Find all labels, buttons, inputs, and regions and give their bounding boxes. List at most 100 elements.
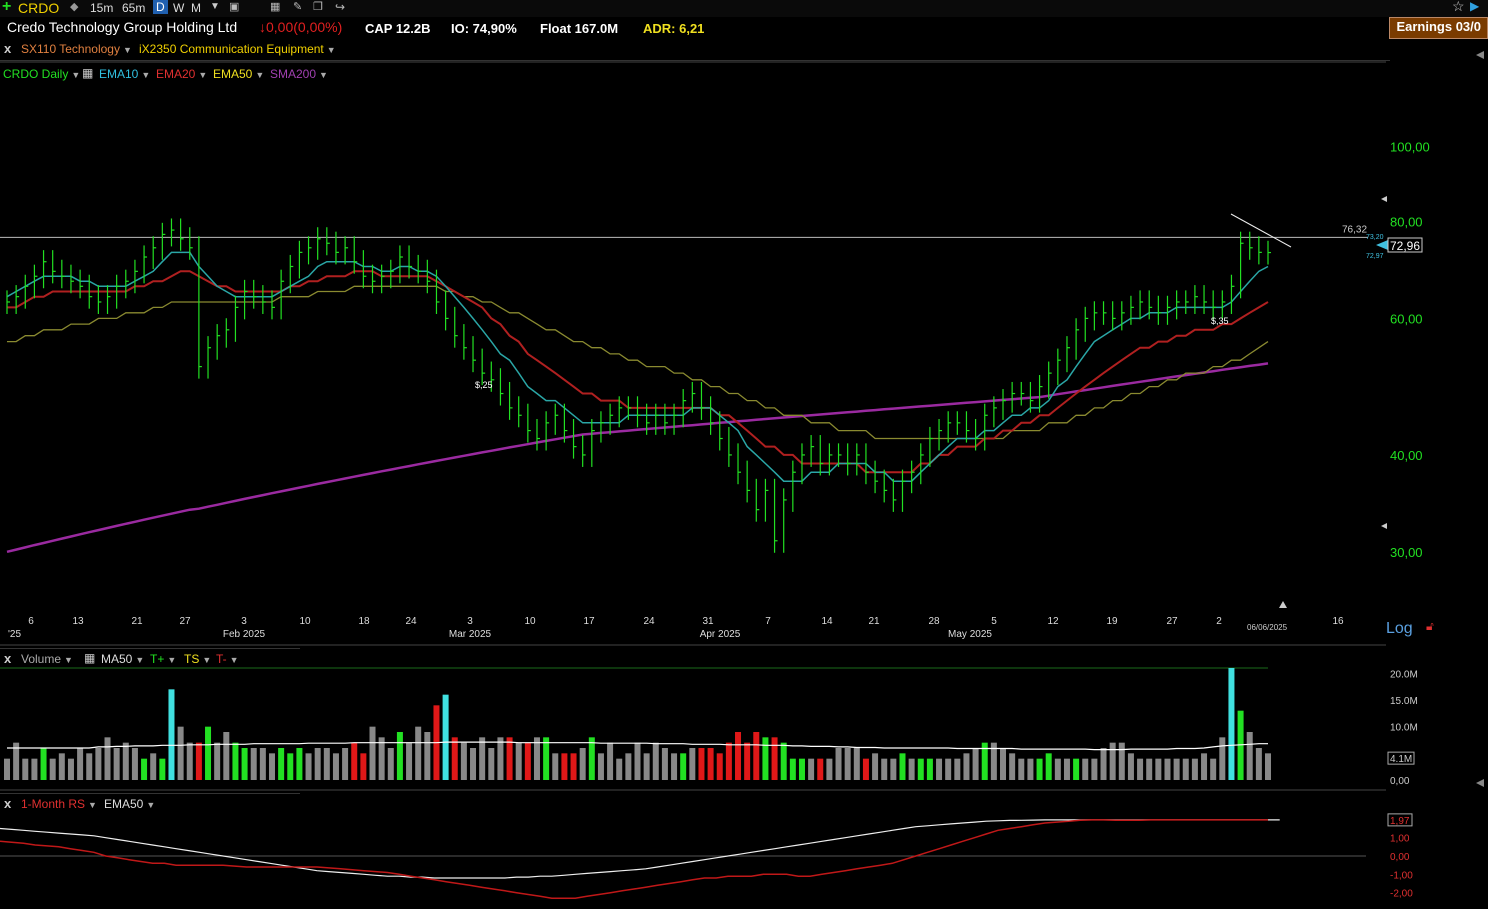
volume-bar [597,753,604,780]
y-tick-label: 100,00 [1390,139,1430,154]
x-tick-label: 24 [643,616,655,627]
annotation-label: $,35 [1211,316,1229,326]
volume-bar [1127,753,1134,780]
rs-ema-line [0,819,1280,879]
rs-ema-label[interactable]: EMA50 ▼ [104,797,155,811]
volume-bar [1018,758,1025,780]
volume-bar [177,726,184,780]
volume-bar [1265,753,1271,780]
volume-bar [735,732,742,780]
volume-bar [890,758,897,780]
volume-bar [1073,758,1080,780]
volume-bar [1009,753,1016,780]
x-tick-label: 12 [1047,616,1059,627]
x-tick-label: 16 [1332,616,1344,627]
volume-bar [515,742,522,780]
volume-tick-label: 4.1M [1390,754,1412,765]
volume-bar [707,748,714,780]
x-tick-label: 3 [467,616,473,627]
tplus-label[interactable]: T+ ▼ [150,652,176,666]
volume-bar [908,758,915,780]
volume-bar [1091,758,1098,780]
volume-tick-label: 10.0M [1390,723,1418,734]
volume-bar [479,737,486,780]
volume-label[interactable]: Volume ▼ [21,652,73,666]
volume-bar [323,748,330,780]
volume-bar [205,726,212,780]
volume-bar [1164,758,1171,780]
volume-bar [150,753,157,780]
lock-icon[interactable]: 🔓︎ [1426,619,1434,634]
volume-bar [131,748,138,780]
x-tick-label: 10 [524,616,536,627]
volume-bar [835,748,842,780]
x-tick-label: 3 [241,616,247,627]
date-label: 06/06/2025 [1247,623,1288,632]
volume-bar [1036,758,1043,780]
volume-bar [872,753,879,780]
scroll-marker-icon [1476,779,1484,787]
ema10-line [6,251,1269,482]
price-chart[interactable]: 76,32 $,25 $,35 20.0M 15.0M 10.0M 4.1M 0,00 1,… [0,0,1488,909]
volume-bar [1027,758,1034,780]
rs-line [0,819,1268,899]
x-tick-label: 27 [1166,616,1178,627]
volume-bar [1063,758,1070,780]
volume-bar [86,753,93,780]
volume-bar [552,753,559,780]
axis-layer: 100,0080,0060,0040,0030,0072,9673,2072,9… [0,61,1430,791]
volume-bar [360,753,367,780]
scale-marker-icon [1381,523,1387,529]
rs-close-button[interactable]: x [4,796,11,811]
volume-bar [159,758,166,780]
volume-bar [579,748,586,780]
rs-label[interactable]: 1-Month RS ▼ [21,797,97,811]
grid-icon[interactable]: ▦ [84,651,95,665]
log-scale-toggle[interactable]: Log [1386,620,1413,638]
volume-bar [1255,748,1262,780]
volume-bar [1082,758,1089,780]
volume-bar [506,737,513,780]
volume-bar [305,753,312,780]
horizontal-level-label: 76,32 [1342,224,1367,235]
volume-bar [22,758,29,780]
volume-bar [634,742,641,780]
x-month-label: Mar 2025 [449,629,492,640]
volume-bar [442,694,449,780]
x-tick-label: 17 [583,616,595,627]
volume-bar [524,742,531,780]
volume-bar [104,737,111,780]
volume-bar [954,758,961,780]
rs-tick-label: 0,00 [1390,852,1410,863]
price-label-small: 73,20 [1366,234,1384,241]
ts-label[interactable]: TS ▼ [184,652,211,666]
volume-bar [1118,742,1125,780]
volume-bar [259,748,266,780]
x-tick-label: 7 [765,616,771,627]
scale-marker-icon [1381,196,1387,202]
volume-bar [287,753,294,780]
volume-bar [1173,758,1180,780]
ma50-label[interactable]: MA50 ▼ [101,652,144,666]
volume-bar [744,742,751,780]
volume-bar [296,748,303,780]
volume-bar [113,748,120,780]
volume-bar [250,748,257,780]
volume-bar [1054,758,1061,780]
tminus-label[interactable]: T- ▼ [216,652,239,666]
volume-bar [223,732,230,780]
x-tick-label: 21 [868,616,880,627]
rs-tick-label: 1,97 [1390,816,1410,827]
volume-legend: x Volume ▼ ▦ MA50 ▼ T+ ▼ TS ▼ T- ▼ [0,648,300,667]
volume-bar [1201,753,1208,780]
volume-close-button[interactable]: x [4,651,11,666]
x-month-label: Apr 2025 [700,629,741,640]
volume-bar [862,758,869,780]
volume-bar [917,758,924,780]
volume-bar [40,748,47,780]
x-tick-label: 2 [1216,616,1222,627]
volume-bar [342,748,349,780]
volume-bar [817,758,824,780]
x-tick-label: 21 [131,616,143,627]
x-tick-label: 18 [358,616,370,627]
